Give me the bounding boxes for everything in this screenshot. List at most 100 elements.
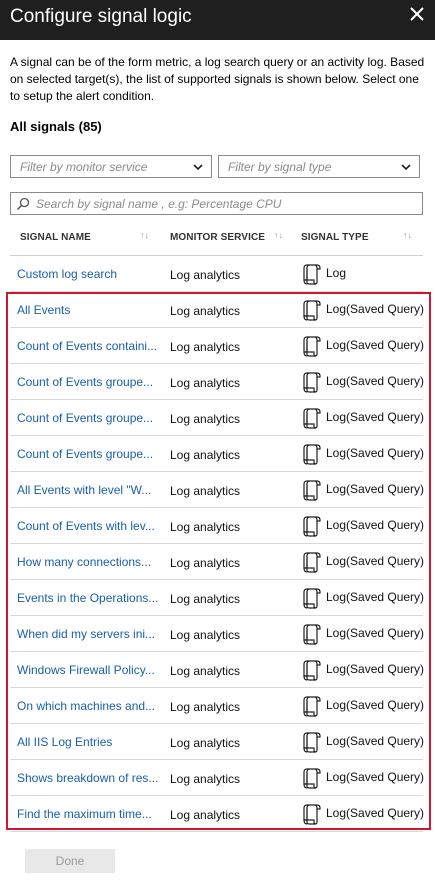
table-row[interactable]: Count of Events groupe... Log analytics Lo… (10, 400, 425, 436)
signal-type-label: Log(Saved Query) (326, 698, 425, 712)
log-icon (303, 480, 321, 501)
monitor-service-cell: Log analytics (170, 412, 241, 426)
all-signals-count: All signals (85) (10, 119, 102, 134)
signal-search-input[interactable]: Search by signal name , e.g: Percentage … (10, 192, 423, 215)
log-icon (303, 444, 321, 465)
sort-icon[interactable]: ↑↓ (140, 230, 149, 240)
signal-name-link[interactable]: Count of Events containi... (17, 339, 162, 353)
log-icon (303, 768, 321, 789)
monitor-service-cell: Log analytics (170, 664, 241, 678)
chevron-down-icon (193, 164, 203, 171)
chevron-down-icon (401, 164, 411, 171)
signal-type-label: Log (326, 266, 347, 280)
signal-type-filter[interactable]: Filter by signal type (218, 155, 420, 178)
monitor-service-cell: Log analytics (170, 304, 241, 318)
signal-name-link[interactable]: Events in the Operations... (17, 591, 162, 605)
log-icon (303, 408, 321, 429)
signal-name-link[interactable]: All IIS Log Entries (17, 735, 162, 749)
log-icon (303, 732, 321, 753)
signal-name-link[interactable]: Custom log search (17, 267, 162, 281)
monitor-service-cell: Log analytics (170, 556, 241, 570)
table-row[interactable]: All IIS Log Entries Log analytics Log(Save… (10, 724, 424, 760)
done-button[interactable]: Done (25, 849, 115, 873)
signal-type-label: Log(Saved Query) (326, 590, 425, 604)
monitor-service-filter-placeholder: Filter by monitor service (20, 160, 148, 174)
table-row[interactable]: Find the maximum time... Log analytics Log… (10, 796, 425, 832)
signal-name-link[interactable]: Shows breakdown of res... (17, 771, 162, 785)
signal-type-label: Log(Saved Query) (326, 770, 425, 784)
signal-type-label: Log(Saved Query) (326, 806, 425, 820)
table-row[interactable]: Shows breakdown of res... Log analytics Lo… (10, 760, 425, 796)
monitor-service-filter[interactable]: Filter by monitor service (10, 155, 212, 178)
column-signal-type[interactable]: SIGNAL TYPE (301, 232, 369, 243)
table-row[interactable]: How many connections... Log analytics Log(… (10, 544, 425, 580)
signal-name-link[interactable]: On which machines and... (17, 699, 162, 713)
description-text: A signal can be of the form metric, a lo… (10, 55, 425, 103)
signal-type-filter-placeholder: Filter by signal type (228, 160, 332, 174)
table-row[interactable]: Custom log search Log analytics Log (10, 256, 423, 292)
signal-type-label: Log(Saved Query) (326, 482, 425, 496)
signal-type-label: Log(Saved Query) (326, 338, 425, 352)
signal-type-label: Log(Saved Query) (326, 626, 425, 640)
table-header: SIGNAL NAME ↑↓ MONITOR SERVICE ↑↓ SIGNAL… (10, 224, 423, 256)
log-icon (303, 264, 321, 285)
table-row[interactable]: Count of Events containi... Log analytics… (10, 328, 425, 364)
signal-type-label: Log(Saved Query) (326, 446, 425, 460)
signal-name-link[interactable]: How many connections... (17, 555, 162, 569)
table-row[interactable]: Windows Firewall Policy... Log analytics L… (10, 652, 424, 688)
monitor-service-cell: Log analytics (170, 268, 241, 282)
log-icon (303, 372, 321, 393)
table-row[interactable]: On which machines and... Log analytics Log… (10, 688, 425, 724)
search-icon (16, 197, 30, 211)
monitor-service-cell: Log analytics (170, 520, 241, 534)
column-monitor-service[interactable]: MONITOR SERVICE (170, 232, 265, 243)
monitor-service-cell: Log analytics (170, 736, 241, 750)
page-title: Configure signal logic (10, 6, 192, 27)
table-row[interactable]: All Events Log analytics Log(Saved Query) (10, 292, 425, 328)
signal-name-link[interactable]: When did my servers ini... (17, 627, 162, 641)
table-row[interactable]: Count of Events groupe... Log analytics Lo… (10, 364, 425, 400)
signal-type-label: Log(Saved Query) (326, 410, 425, 424)
monitor-service-cell: Log analytics (170, 484, 241, 498)
monitor-service-cell: Log analytics (170, 700, 241, 714)
signal-name-link[interactable]: Windows Firewall Policy... (17, 663, 162, 677)
signal-type-label: Log(Saved Query) (326, 374, 425, 388)
log-icon (303, 552, 321, 573)
close-icon[interactable] (409, 6, 425, 22)
blade-header: Configure signal logic (0, 0, 435, 40)
table-row[interactable]: Count of Events groupe... Log analytics Lo… (10, 436, 425, 472)
signal-name-link[interactable]: Find the maximum time... (17, 807, 162, 821)
signal-name-link[interactable]: Count of Events groupe... (17, 411, 162, 425)
table-row[interactable]: When did my servers ini... Log analytics L… (10, 616, 425, 652)
monitor-service-cell: Log analytics (170, 628, 241, 642)
signals-table-body: Custom log search Log analytics Log All Eve… (10, 256, 425, 832)
monitor-service-cell: Log analytics (170, 340, 241, 354)
column-signal-name[interactable]: SIGNAL NAME (20, 232, 91, 243)
signal-name-link[interactable]: All Events with level "W... (17, 483, 162, 497)
monitor-service-cell: Log analytics (170, 592, 241, 606)
signal-name-link[interactable]: Count of Events groupe... (17, 447, 162, 461)
monitor-service-cell: Log analytics (170, 772, 241, 786)
signal-type-label: Log(Saved Query) (326, 554, 425, 568)
signal-name-link[interactable]: Count of Events with lev... (17, 519, 162, 533)
log-icon (303, 660, 321, 681)
sort-icon[interactable]: ↑↓ (274, 230, 283, 240)
signal-name-link[interactable]: All Events (17, 303, 162, 317)
log-icon (303, 624, 321, 645)
log-icon (303, 300, 321, 321)
signal-name-link[interactable]: Count of Events groupe... (17, 375, 162, 389)
monitor-service-cell: Log analytics (170, 376, 241, 390)
table-row[interactable]: Events in the Operations... Log analytics… (10, 580, 425, 616)
log-icon (303, 336, 321, 357)
log-icon (303, 804, 321, 825)
signal-type-label: Log(Saved Query) (326, 518, 425, 532)
log-icon (303, 696, 321, 717)
log-icon (303, 516, 321, 537)
sort-icon[interactable]: ↑↓ (403, 230, 412, 240)
table-row[interactable]: All Events with level "W... Log analytics… (10, 472, 425, 508)
monitor-service-cell: Log analytics (170, 448, 241, 462)
table-row[interactable]: Count of Events with lev... Log analytics… (10, 508, 425, 544)
monitor-service-cell: Log analytics (170, 808, 241, 822)
search-placeholder: Search by signal name , e.g: Percentage … (36, 197, 282, 211)
signal-type-label: Log(Saved Query) (326, 302, 425, 316)
